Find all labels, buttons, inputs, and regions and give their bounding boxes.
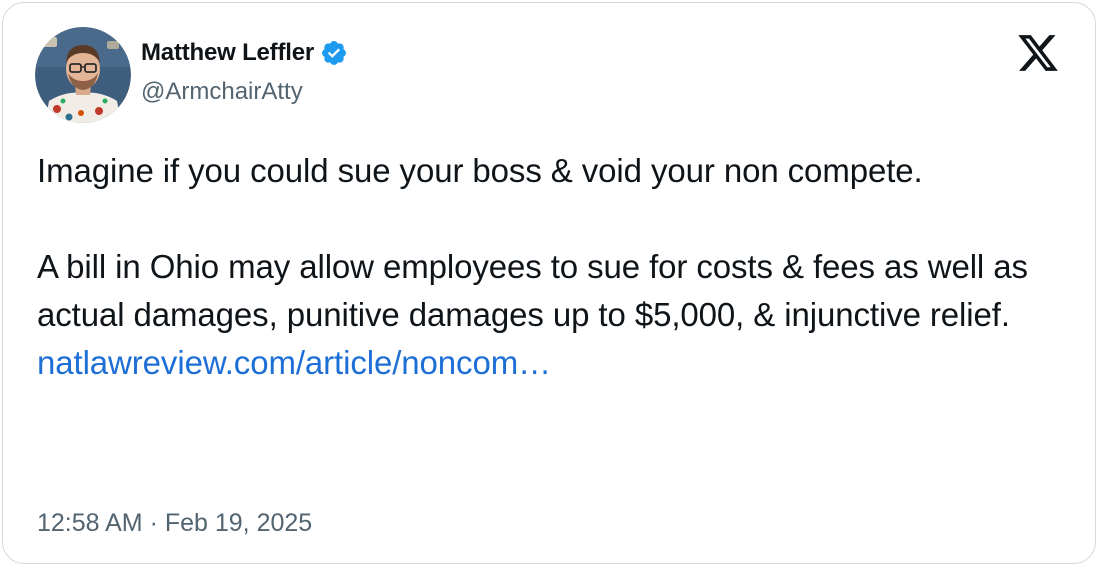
- profile-photo-avatar: [35, 27, 131, 123]
- article-link[interactable]: natlawreview.com/article/noncom…: [37, 344, 551, 381]
- tweet-paragraph: A bill in Ohio may allow employees to su…: [37, 248, 1028, 333]
- verified-badge-icon[interactable]: [320, 39, 348, 67]
- tweet-card: Matthew Leffler @ArmchairAtty Imagine if…: [2, 2, 1096, 564]
- author-name-row: Matthew Leffler: [141, 37, 348, 69]
- x-logo-icon[interactable]: [1015, 31, 1061, 75]
- author-display-name[interactable]: Matthew Leffler: [141, 39, 314, 67]
- author-block: Matthew Leffler @ArmchairAtty: [141, 37, 348, 106]
- author-handle[interactable]: @ArmchairAtty: [141, 78, 348, 106]
- tweet-paragraph: Imagine if you could sue your boss & voi…: [37, 152, 923, 189]
- tweet-timestamp[interactable]: 12:58 AM · Feb 19, 2025: [37, 509, 312, 538]
- tweet-body: Imagine if you could sue your boss & voi…: [37, 147, 1077, 387]
- avatar[interactable]: [35, 27, 131, 123]
